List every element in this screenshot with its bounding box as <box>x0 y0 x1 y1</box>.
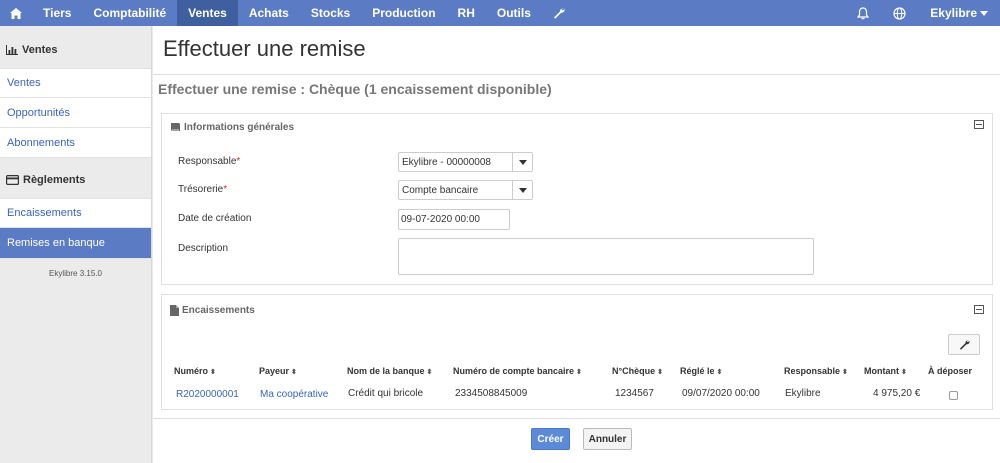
column-header-banque[interactable]: Nom de la banque ⬍ <box>347 366 432 376</box>
sidebar-section-label: Règlements <box>23 174 86 186</box>
description-textarea[interactable] <box>398 238 814 275</box>
nav-stocks[interactable]: Stocks <box>300 0 361 26</box>
panel-title: Encaissements <box>182 304 255 316</box>
nav-outils[interactable]: Outils <box>486 0 542 26</box>
date-input[interactable]: 09-07-2020 00:00 <box>398 209 510 230</box>
description-label: Description <box>178 243 229 254</box>
sort-icon: ⬍ <box>426 369 433 376</box>
sort-icon: ⬍ <box>291 369 297 376</box>
cell-banque: Crédit qui bricole <box>348 388 424 399</box>
date-label: Date de création <box>178 213 252 224</box>
nav-comptabilite[interactable]: Comptabilité <box>82 0 177 26</box>
sort-icon: ⬍ <box>576 369 582 376</box>
responsable-select[interactable]: Ekylibre - 00000008 <box>398 152 533 172</box>
user-menu[interactable]: Ekylibre <box>918 0 1000 26</box>
globe-icon[interactable] <box>881 0 918 26</box>
cell-cheque: 1234567 <box>615 388 654 399</box>
sidebar-item-encaissements[interactable]: Encaissements <box>0 198 151 228</box>
sort-icon: ⬍ <box>842 369 848 376</box>
create-button[interactable]: Créer <box>531 428 570 450</box>
collapse-icon[interactable] <box>974 305 984 314</box>
cell-regle-le: 09/07/2020 00:00 <box>682 388 760 399</box>
cancel-button[interactable]: Annuler <box>583 428 632 450</box>
sidebar-section-ventes: Ventes <box>0 32 151 68</box>
nav-rh[interactable]: RH <box>447 0 486 26</box>
column-header-regle-le[interactable]: Réglé le ⬍ <box>680 366 722 376</box>
collapse-icon[interactable] <box>974 120 984 129</box>
nav-tiers[interactable]: Tiers <box>32 0 82 26</box>
cell-responsable: Ekylibre <box>785 388 821 399</box>
page-subtitle: Effectuer une remise : Chèque (1 encaiss… <box>158 81 552 97</box>
panel-header: Encaissements <box>162 295 992 325</box>
divider <box>153 74 1000 75</box>
cell-compte: 2334508845009 <box>455 388 528 399</box>
home-icon[interactable] <box>0 0 32 26</box>
column-header-numero[interactable]: Numéro ⬍ <box>174 366 216 376</box>
chevron-down-icon <box>980 10 988 16</box>
sidebar-section-reglements: Règlements <box>0 162 151 198</box>
wrench-icon[interactable] <box>542 0 576 26</box>
cell-payeur[interactable]: Ma coopérative <box>260 389 328 400</box>
sort-icon: ⬍ <box>210 369 216 376</box>
sidebar-item-opportunites[interactable]: Opportunités <box>0 98 151 128</box>
bell-icon[interactable] <box>845 0 881 26</box>
nav-production[interactable]: Production <box>361 0 446 26</box>
sort-icon: ⬍ <box>716 369 723 376</box>
responsable-label: Responsable* <box>178 156 241 167</box>
top-navbar: Tiers Comptabilité Ventes Achats Stocks … <box>0 0 1000 26</box>
sidebar-item-remises-en-banque[interactable]: Remises en banque <box>0 228 151 259</box>
credit-card-icon <box>6 175 19 185</box>
file-icon <box>170 304 179 316</box>
divider <box>153 418 1000 419</box>
app-version: Ekylibre 3.15.0 <box>49 269 102 278</box>
a-deposer-checkbox[interactable] <box>949 391 958 400</box>
column-header-compte[interactable]: Numéro de compte bancaire ⬍ <box>453 366 582 376</box>
responsable-value: Ekylibre - 00000008 <box>402 156 491 168</box>
user-name: Ekylibre <box>930 6 977 20</box>
chevron-down-icon[interactable] <box>512 181 532 199</box>
table-settings-button[interactable] <box>948 334 980 355</box>
book-icon <box>171 123 180 131</box>
chevron-down-icon[interactable] <box>512 153 532 171</box>
main-content: Effectuer une remise Effectuer une remis… <box>153 26 1000 463</box>
sidebar-section-label: Ventes <box>22 44 58 56</box>
column-header-payeur[interactable]: Payeur ⬍ <box>259 366 297 376</box>
wrench-icon <box>959 340 970 350</box>
sidebar: Ventes Ventes Opportunités Abonnements R… <box>0 26 152 463</box>
sort-icon: ⬍ <box>657 369 663 376</box>
tresorerie-value: Compte bancaire <box>402 184 479 196</box>
sort-icon: ⬍ <box>901 369 907 376</box>
page-title: Effectuer une remise <box>163 36 366 61</box>
panel-title: Informations générales <box>184 121 295 133</box>
column-header-cheque[interactable]: N°Chèque ⬍ <box>612 366 663 376</box>
panel-header: Informations générales <box>162 114 992 140</box>
sidebar-item-ventes[interactable]: Ventes <box>0 68 151 98</box>
column-header-a-deposer: À déposer <box>928 366 973 376</box>
cell-montant: 4 975,20 € <box>873 388 921 399</box>
encaissements-panel: Encaissements Numéro ⬍ Payeur ⬍ Nom de la … <box>161 294 993 410</box>
nav-ventes[interactable]: Ventes <box>177 0 238 26</box>
cell-numero[interactable]: R2020000001 <box>176 389 239 400</box>
nav-achats[interactable]: Achats <box>238 0 300 26</box>
bar-chart-icon <box>6 45 18 55</box>
tresorerie-label: Trésorerie* <box>178 184 228 195</box>
tresorerie-select[interactable]: Compte bancaire <box>398 180 533 200</box>
column-header-responsable[interactable]: Responsable ⬍ <box>784 366 848 376</box>
column-header-montant[interactable]: Montant ⬍ <box>864 366 907 376</box>
sidebar-item-abonnements[interactable]: Abonnements <box>0 128 151 158</box>
general-info-panel: Informations générales Responsable* Ekyl… <box>161 113 993 285</box>
